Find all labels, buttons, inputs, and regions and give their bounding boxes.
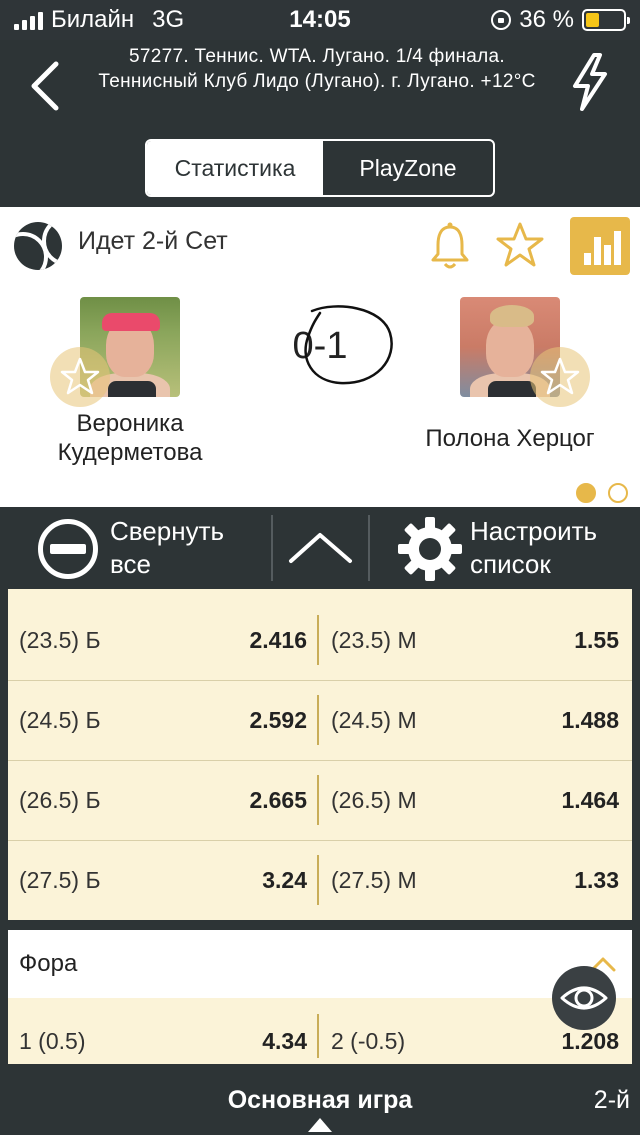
- odds-row: (27.5) Б 3.24 (27.5) М 1.33: [8, 841, 632, 920]
- collapse-label-line2: все: [110, 549, 151, 579]
- odds-row: 1 (0.5) 4.34 2 (-0.5) 1.208: [8, 998, 632, 1064]
- player2-favorite-button[interactable]: [530, 347, 590, 407]
- settings-label-line2: список: [470, 549, 551, 579]
- tab-main-game[interactable]: Основная игра: [0, 1086, 640, 1115]
- divider: [317, 775, 319, 825]
- collapse-label-line1: Свернуть: [110, 516, 225, 546]
- odds-value[interactable]: 1.208: [499, 1028, 619, 1055]
- odds-row: (24.5) Б 2.592 (24.5) М 1.488: [8, 681, 632, 761]
- odds-value[interactable]: 1.464: [499, 787, 619, 814]
- stats-chart-button[interactable]: [570, 217, 630, 275]
- lightning-icon[interactable]: [568, 52, 612, 112]
- tennis-ball-icon: [14, 222, 62, 270]
- divider: [317, 1014, 319, 1058]
- divider: [271, 515, 273, 581]
- divider: [317, 695, 319, 745]
- odds-value[interactable]: 1.488: [499, 707, 619, 734]
- market-toolbar: Свернуть все Настроить список: [0, 507, 640, 589]
- odds-label[interactable]: 2 (-0.5): [331, 1028, 405, 1055]
- odds-label[interactable]: 1 (0.5): [19, 1028, 85, 1055]
- handicap-header[interactable]: Фора: [8, 930, 632, 998]
- chevron-up-icon: [289, 533, 352, 563]
- divider: [317, 615, 319, 665]
- customize-list-button[interactable]: Настроить список: [370, 507, 640, 589]
- match-panel: Идет 2-й Сет Вероника Кудерметова 0-1 По…: [0, 207, 640, 507]
- active-tab-indicator: [308, 1118, 332, 1132]
- page-dot-active[interactable]: [576, 483, 596, 503]
- page-dot[interactable]: [608, 483, 628, 503]
- odds-row: (23.5) Б 2.416 (23.5) М 1.55: [8, 601, 632, 681]
- tab-statistics[interactable]: Статистика: [147, 141, 323, 195]
- header: 57277. Теннис. WTA. Лугано. 1/4 финала. …: [0, 40, 640, 132]
- rotation-lock-icon: [491, 10, 512, 30]
- totals-market: (23.5) Б 2.416 (23.5) М 1.55 (24.5) Б 2.…: [8, 589, 632, 920]
- page-indicator: [576, 483, 628, 503]
- odds-value[interactable]: 4.34: [187, 1028, 307, 1055]
- odds-label[interactable]: (24.5) М: [331, 707, 417, 734]
- odds-label[interactable]: (24.5) Б: [19, 707, 101, 734]
- event-title: 57277. Теннис. WTA. Лугано. 1/4 финала. …: [98, 46, 536, 92]
- view-toggle-button[interactable]: [552, 966, 616, 1030]
- divider: [317, 855, 319, 905]
- star-icon: [540, 357, 580, 395]
- battery-percent: 36 %: [519, 6, 574, 33]
- player1-name: Вероника Кудерметова: [57, 410, 203, 466]
- battery-icon: [582, 9, 630, 31]
- tab-playzone[interactable]: PlayZone: [323, 141, 493, 195]
- back-icon[interactable]: [24, 58, 68, 114]
- odds-label[interactable]: (27.5) Б: [19, 867, 101, 894]
- collapse-icon: [38, 519, 98, 579]
- player2-name: Полона Херцог: [425, 425, 595, 452]
- tab-second-set[interactable]: 2-й: [594, 1086, 630, 1115]
- bottom-bar: Основная игра 2-й: [0, 1070, 640, 1135]
- odds-label[interactable]: (26.5) М: [331, 787, 417, 814]
- odds-value[interactable]: 2.665: [187, 787, 307, 814]
- settings-label-line1: Настроить: [470, 516, 598, 546]
- odds-value[interactable]: 3.24: [187, 867, 307, 894]
- odds-value[interactable]: 2.416: [187, 627, 307, 654]
- odds-value[interactable]: 2.592: [187, 707, 307, 734]
- set-status: Идет 2-й Сет: [78, 227, 228, 255]
- eye-icon: [560, 986, 608, 1010]
- odds-label[interactable]: (23.5) Б: [19, 627, 101, 654]
- odds-value[interactable]: 1.55: [499, 627, 619, 654]
- odds-value[interactable]: 1.33: [499, 867, 619, 894]
- odds-row: (26.5) Б 2.665 (26.5) М 1.464: [8, 761, 632, 841]
- handicap-title: Фора: [19, 950, 78, 977]
- gear-icon: [398, 517, 462, 581]
- player1-favorite-button[interactable]: [50, 347, 110, 407]
- odds-label[interactable]: (27.5) М: [331, 867, 417, 894]
- hand-drawn-circle: [304, 305, 393, 385]
- status-bar: Билайн 3G 14:05 36 %: [0, 0, 640, 40]
- star-icon[interactable]: [496, 221, 544, 269]
- view-switcher: Статистика PlayZone: [145, 139, 495, 197]
- odds-label[interactable]: (26.5) Б: [19, 787, 101, 814]
- scroll-up-button[interactable]: [274, 507, 368, 589]
- odds-label[interactable]: (23.5) М: [331, 627, 417, 654]
- star-icon: [60, 357, 100, 395]
- bell-icon[interactable]: [430, 221, 470, 271]
- collapse-all-button[interactable]: Свернуть все: [0, 507, 272, 589]
